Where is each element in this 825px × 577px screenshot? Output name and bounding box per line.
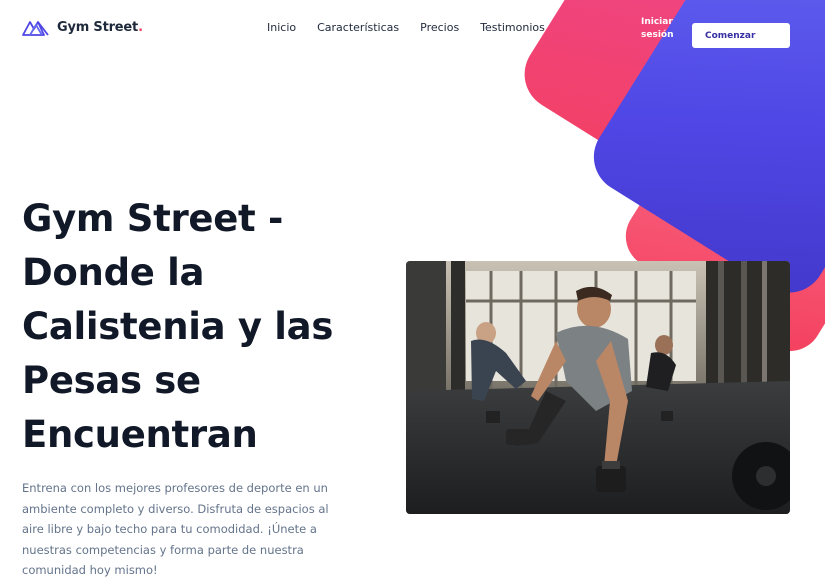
nav-item-testimonios[interactable]: Testimonios (480, 21, 545, 34)
site-header: Gym Street. Inicio Características Preci… (0, 0, 825, 60)
brand-name: Gym Street (57, 20, 139, 35)
hero-title: Gym Street - Donde la Calistenia y las P… (22, 197, 334, 456)
login-link[interactable]: Iniciar sesión (641, 16, 683, 42)
landing-page: Gym Street. Inicio Características Preci… (0, 0, 825, 577)
start-button[interactable]: Comenzar (692, 23, 790, 48)
gym-photo-illustration (406, 261, 790, 514)
nav-item-inicio[interactable]: Inicio (267, 21, 296, 34)
nav-item-caracteristicas[interactable]: Características (317, 21, 399, 34)
main-nav: Inicio Características Precios Testimoni… (267, 21, 566, 34)
brand-logo[interactable]: Gym Street. (22, 19, 143, 36)
brand-dot: . (138, 20, 144, 35)
hero-description: Entrena con los mejores profesores de de… (22, 481, 329, 577)
nav-item-precios[interactable]: Precios (420, 21, 459, 34)
mountain-peaks-logo-icon (22, 21, 49, 36)
gym-training-photo (406, 261, 790, 514)
